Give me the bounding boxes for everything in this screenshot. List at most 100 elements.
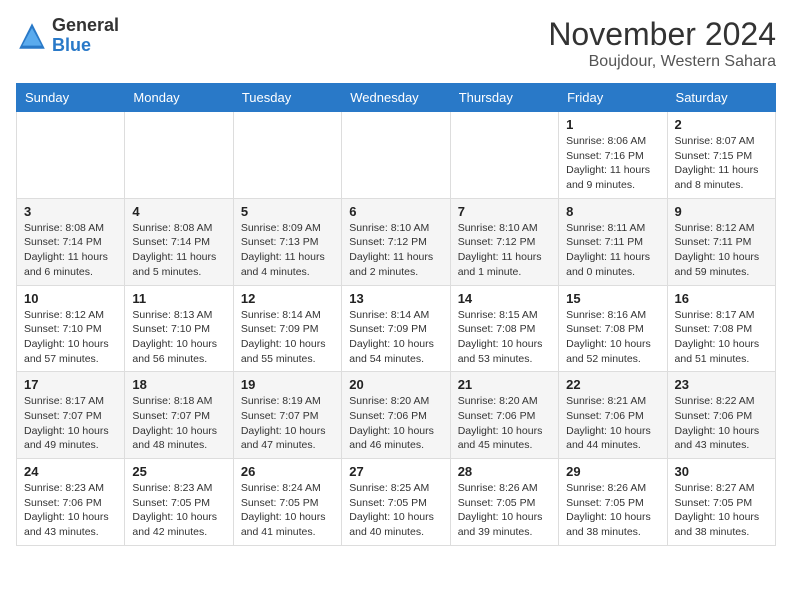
calendar-cell: 6 Sunrise: 8:10 AM Sunset: 7:12 PM Daylig… (342, 198, 450, 285)
day-number: 10 (24, 291, 117, 306)
calendar-week-row: 3 Sunrise: 8:08 AM Sunset: 7:14 PM Daylig… (17, 198, 776, 285)
day-info: Sunrise: 8:26 AM Sunset: 7:05 PM Dayligh… (566, 481, 659, 540)
day-info: Sunrise: 8:10 AM Sunset: 7:12 PM Dayligh… (458, 221, 551, 280)
day-info: Sunrise: 8:08 AM Sunset: 7:14 PM Dayligh… (132, 221, 225, 280)
calendar-cell: 13Sunrise: 8:14 AM Sunset: 7:09 PM Dayli… (342, 285, 450, 372)
calendar-cell: 15 Sunrise: 8:16 AM Sunset: 7:08 PM Dayli… (559, 285, 667, 372)
day-number: 22 (566, 377, 659, 392)
calendar-cell: 23 Sunrise: 8:22 AM Sunset: 7:06 PM Dayli… (667, 372, 775, 459)
calendar-cell: 4 Sunrise: 8:08 AM Sunset: 7:14 PM Daylig… (125, 198, 233, 285)
calendar-cell: 14 Sunrise: 8:15 AM Sunset: 7:08 PM Dayli… (450, 285, 558, 372)
day-number: 29 (566, 464, 659, 479)
day-number: 11 (132, 291, 225, 306)
day-number: 20 (349, 377, 442, 392)
day-number: 4 (132, 204, 225, 219)
day-info: Sunrise: 8:15 AM Sunset: 7:08 PM Dayligh… (458, 308, 551, 367)
calendar-table: SundayMondayTuesdayWednesdayThursdayFrid… (16, 83, 776, 546)
day-number: 13 (349, 291, 442, 306)
calendar-cell: 1Sunrise: 8:06 AM Sunset: 7:16 PM Daylig… (559, 112, 667, 199)
calendar-cell (342, 112, 450, 199)
calendar-cell: 24Sunrise: 8:23 AM Sunset: 7:06 PM Dayli… (17, 459, 125, 546)
calendar-cell (17, 112, 125, 199)
day-info: Sunrise: 8:11 AM Sunset: 7:11 PM Dayligh… (566, 221, 659, 280)
month-title: November 2024 (548, 16, 776, 53)
day-number: 25 (132, 464, 225, 479)
day-number: 14 (458, 291, 551, 306)
day-number: 5 (241, 204, 334, 219)
logo-icon (16, 20, 48, 52)
calendar-week-row: 10Sunrise: 8:12 AM Sunset: 7:10 PM Dayli… (17, 285, 776, 372)
day-info: Sunrise: 8:23 AM Sunset: 7:05 PM Dayligh… (132, 481, 225, 540)
day-info: Sunrise: 8:14 AM Sunset: 7:09 PM Dayligh… (241, 308, 334, 367)
calendar-cell: 12 Sunrise: 8:14 AM Sunset: 7:09 PM Dayli… (233, 285, 341, 372)
calendar-cell: 19Sunrise: 8:19 AM Sunset: 7:07 PM Dayli… (233, 372, 341, 459)
calendar-cell: 21Sunrise: 8:20 AM Sunset: 7:06 PM Dayli… (450, 372, 558, 459)
day-info: Sunrise: 8:21 AM Sunset: 7:06 PM Dayligh… (566, 394, 659, 453)
day-number: 3 (24, 204, 117, 219)
calendar-cell: 25 Sunrise: 8:23 AM Sunset: 7:05 PM Dayli… (125, 459, 233, 546)
calendar-cell: 17Sunrise: 8:17 AM Sunset: 7:07 PM Dayli… (17, 372, 125, 459)
page-header: General Blue November 2024 Boujdour, Wes… (16, 16, 776, 71)
calendar-cell: 11Sunrise: 8:13 AM Sunset: 7:10 PM Dayli… (125, 285, 233, 372)
day-info: Sunrise: 8:26 AM Sunset: 7:05 PM Dayligh… (458, 481, 551, 540)
day-number: 18 (132, 377, 225, 392)
day-number: 27 (349, 464, 442, 479)
day-info: Sunrise: 8:16 AM Sunset: 7:08 PM Dayligh… (566, 308, 659, 367)
logo-text: General Blue (52, 16, 119, 56)
day-info: Sunrise: 8:27 AM Sunset: 7:05 PM Dayligh… (675, 481, 768, 540)
day-info: Sunrise: 8:07 AM Sunset: 7:15 PM Dayligh… (675, 134, 768, 193)
day-number: 2 (675, 117, 768, 132)
day-number: 6 (349, 204, 442, 219)
calendar-cell: 8 Sunrise: 8:11 AM Sunset: 7:11 PM Daylig… (559, 198, 667, 285)
calendar-cell: 7 Sunrise: 8:10 AM Sunset: 7:12 PM Daylig… (450, 198, 558, 285)
day-info: Sunrise: 8:08 AM Sunset: 7:14 PM Dayligh… (24, 221, 117, 280)
calendar-cell (450, 112, 558, 199)
logo: General Blue (16, 16, 119, 56)
day-number: 8 (566, 204, 659, 219)
day-info: Sunrise: 8:18 AM Sunset: 7:07 PM Dayligh… (132, 394, 225, 453)
day-info: Sunrise: 8:22 AM Sunset: 7:06 PM Dayligh… (675, 394, 768, 453)
day-info: Sunrise: 8:17 AM Sunset: 7:08 PM Dayligh… (675, 308, 768, 367)
calendar-cell: 28 Sunrise: 8:26 AM Sunset: 7:05 PM Dayli… (450, 459, 558, 546)
day-number: 26 (241, 464, 334, 479)
title-block: November 2024 Boujdour, Western Sahara (548, 16, 776, 71)
day-info: Sunrise: 8:19 AM Sunset: 7:07 PM Dayligh… (241, 394, 334, 453)
day-number: 9 (675, 204, 768, 219)
column-header-sunday: Sunday (17, 84, 125, 112)
calendar-week-row: 24Sunrise: 8:23 AM Sunset: 7:06 PM Dayli… (17, 459, 776, 546)
day-info: Sunrise: 8:12 AM Sunset: 7:11 PM Dayligh… (675, 221, 768, 280)
day-info: Sunrise: 8:06 AM Sunset: 7:16 PM Dayligh… (566, 134, 659, 193)
column-header-tuesday: Tuesday (233, 84, 341, 112)
day-number: 15 (566, 291, 659, 306)
calendar-cell: 5 Sunrise: 8:09 AM Sunset: 7:13 PM Daylig… (233, 198, 341, 285)
day-info: Sunrise: 8:20 AM Sunset: 7:06 PM Dayligh… (458, 394, 551, 453)
column-header-friday: Friday (559, 84, 667, 112)
column-header-wednesday: Wednesday (342, 84, 450, 112)
calendar-cell: 26Sunrise: 8:24 AM Sunset: 7:05 PM Dayli… (233, 459, 341, 546)
calendar-cell: 10Sunrise: 8:12 AM Sunset: 7:10 PM Dayli… (17, 285, 125, 372)
column-header-monday: Monday (125, 84, 233, 112)
calendar-cell: 29 Sunrise: 8:26 AM Sunset: 7:05 PM Dayli… (559, 459, 667, 546)
calendar-cell: 20 Sunrise: 8:20 AM Sunset: 7:06 PM Dayli… (342, 372, 450, 459)
calendar-cell: 2 Sunrise: 8:07 AM Sunset: 7:15 PM Daylig… (667, 112, 775, 199)
calendar-cell: 18 Sunrise: 8:18 AM Sunset: 7:07 PM Dayli… (125, 372, 233, 459)
day-number: 28 (458, 464, 551, 479)
calendar-cell (233, 112, 341, 199)
calendar-week-row: 1Sunrise: 8:06 AM Sunset: 7:16 PM Daylig… (17, 112, 776, 199)
calendar-cell: 30 Sunrise: 8:27 AM Sunset: 7:05 PM Dayli… (667, 459, 775, 546)
day-number: 30 (675, 464, 768, 479)
day-number: 12 (241, 291, 334, 306)
column-header-thursday: Thursday (450, 84, 558, 112)
day-info: Sunrise: 8:20 AM Sunset: 7:06 PM Dayligh… (349, 394, 442, 453)
day-info: Sunrise: 8:17 AM Sunset: 7:07 PM Dayligh… (24, 394, 117, 453)
day-info: Sunrise: 8:25 AM Sunset: 7:05 PM Dayligh… (349, 481, 442, 540)
day-number: 23 (675, 377, 768, 392)
column-header-saturday: Saturday (667, 84, 775, 112)
calendar-cell: 27 Sunrise: 8:25 AM Sunset: 7:05 PM Dayli… (342, 459, 450, 546)
day-info: Sunrise: 8:09 AM Sunset: 7:13 PM Dayligh… (241, 221, 334, 280)
calendar-week-row: 17Sunrise: 8:17 AM Sunset: 7:07 PM Dayli… (17, 372, 776, 459)
day-info: Sunrise: 8:10 AM Sunset: 7:12 PM Dayligh… (349, 221, 442, 280)
day-number: 7 (458, 204, 551, 219)
day-number: 24 (24, 464, 117, 479)
calendar-cell: 3 Sunrise: 8:08 AM Sunset: 7:14 PM Daylig… (17, 198, 125, 285)
